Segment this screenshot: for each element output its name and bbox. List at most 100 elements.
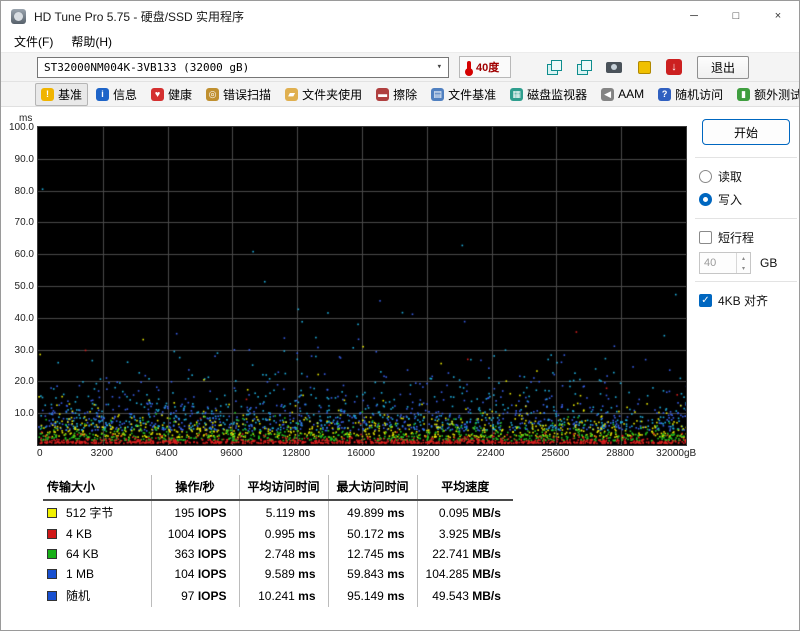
align-4kb-option[interactable]: 4KB 对齐 [693,289,799,312]
tab-health[interactable]: ♥ 健康 [145,83,198,106]
menu-file[interactable]: 文件(F) [5,31,62,52]
erase-icon: ▬ [376,87,390,101]
tag-icon [637,60,651,74]
y-axis-tick: 30.0 [14,344,34,356]
spinner-up-icon[interactable]: ▴ [737,253,750,263]
extra-tests-icon: ▮ [737,87,751,101]
write-radio[interactable] [699,193,712,206]
table-row: 512 字节 195 IOPS 5.119 ms 49.899 ms 0.095… [43,500,513,524]
tab-error-scan[interactable]: ◎ 错误扫描 [200,83,277,106]
x-axis-tick: 25600 [541,448,570,459]
y-axis-tick: 100.0 [8,122,34,133]
app-icon [11,8,26,24]
series-color-swatch [47,529,57,539]
close-button[interactable]: × [757,1,799,31]
x-axis-tick: 12800 [282,448,311,459]
window-title: HD Tune Pro 5.75 - 硬盘/SSD 实用程序 [34,9,245,24]
x-axis-tick: 3200 [90,448,113,459]
copy-image-icon [576,59,592,75]
disk-monitor-icon: ▦ [510,87,524,101]
y-axis-tick: 90.0 [14,153,34,165]
folder-usage-icon: ▰ [285,87,299,101]
download-icon: ↓ [666,59,682,75]
y-axis-tick: 20.0 [14,376,34,388]
start-button[interactable]: 开始 [702,119,790,145]
y-axis-tick: 50.0 [14,281,34,292]
benchmark-chart [37,126,687,446]
x-axis-tick: 32000gB [656,448,697,459]
y-axis-labels: 100.0 90.0 80.0 70.0 60.0 50.0 40.0 30.0 20.0 10.… [7,122,37,446]
x-axis-labels: 0 3200 6400 9600 12800 16000 19200 22400 25600 28… [37,446,696,461]
write-radio-option[interactable]: 写入 [693,188,799,211]
x-axis-tick: 19200 [411,448,440,459]
table-row: 64 KB 363 IOPS 2.748 ms 12.745 ms 22.741… [43,544,513,564]
short-stroke-size-input[interactable]: ▴ ▾ [699,252,751,274]
temperature-display: 40度 [459,56,511,78]
copy-image-button[interactable] [571,55,597,79]
table-header-transfer-size: 传输大小 [43,475,152,501]
spinner-buttons[interactable]: ▴ ▾ [736,253,750,273]
highlight-button[interactable] [631,55,657,79]
tab-benchmark[interactable]: ! 基准 [35,82,89,106]
benchmark-icon: ! [41,87,54,101]
short-stroke-option[interactable]: 短行程 [693,226,799,249]
aam-speaker-icon: ◀ [601,87,615,101]
tab-folder-usage[interactable]: ▰ 文件夹使用 [279,83,368,106]
menu-bar: 文件(F) 帮助(H) [1,31,799,52]
short-stroke-size-value[interactable] [700,253,736,273]
x-axis-tick: 0 [37,448,43,459]
series-color-swatch [47,569,57,579]
y-axis-tick: 40.0 [14,312,34,324]
error-scan-icon: ◎ [206,87,220,101]
camera-icon [606,61,622,73]
control-panel: 开始 读取 写入 短行程 ▴ ▾ [693,113,799,630]
temperature-value: 40度 [476,62,500,74]
minimize-button[interactable]: ─ [673,1,715,31]
table-header-ops: 操作/秒 [151,475,240,501]
file-benchmark-icon: ▤ [431,87,445,101]
menu-help[interactable]: 帮助(H) [62,31,121,52]
x-axis-tick: 6400 [155,448,178,459]
read-radio[interactable] [699,170,712,183]
tab-aam[interactable]: ◀ AAM [595,84,650,104]
short-stroke-checkbox[interactable] [699,231,712,244]
divider [695,157,797,158]
results-table: 传输大小 操作/秒 平均访问时间 最大访问时间 平均速度 512 字节 195 … [43,475,513,607]
tab-disk-monitor[interactable]: ▦ 磁盘监视器 [504,83,593,106]
table-row: 随机 97 IOPS 10.241 ms 95.149 ms 49.543 MB… [43,584,513,607]
app-window: HD Tune Pro 5.75 - 硬盘/SSD 实用程序 ─ □ × 文件(… [0,0,800,631]
info-icon: i [96,87,110,101]
copy-text-button[interactable] [541,55,567,79]
spinner-down-icon[interactable]: ▾ [737,263,750,273]
title-bar: HD Tune Pro 5.75 - 硬盘/SSD 实用程序 ─ □ × [1,1,799,31]
update-button[interactable]: ↓ [661,55,687,79]
table-row: 4 KB 1004 IOPS 0.995 ms 50.172 ms 3.925 … [43,524,513,544]
tab-random-access[interactable]: ? 随机访问 [652,83,729,106]
tab-erase[interactable]: ▬ 擦除 [370,83,423,106]
x-axis-tick: 9600 [220,448,243,459]
table-header-avg-speed: 平均速度 [417,475,513,501]
scatter-canvas [38,127,686,445]
tab-info[interactable]: i 信息 [90,83,143,106]
tab-extra-tests[interactable]: ▮ 额外测试 [731,83,799,106]
table-row: 1 MB 104 IOPS 9.589 ms 59.843 ms 104.285… [43,564,513,584]
read-radio-option[interactable]: 读取 [693,165,799,188]
y-axis-tick: 70.0 [14,217,34,229]
tab-file-benchmark[interactable]: ▤ 文件基准 [425,83,502,106]
toolbar: ST32000NM004K-3VB133 (32000 gB) ▾ 40度 ↓ … [1,52,799,82]
chevron-down-icon: ▾ [436,62,442,72]
screenshot-button[interactable] [601,55,627,79]
drive-selector[interactable]: ST32000NM004K-3VB133 (32000 gB) ▾ [37,56,449,78]
series-color-swatch [47,591,57,601]
maximize-button[interactable]: □ [715,1,757,31]
drive-selector-value: ST32000NM004K-3VB133 (32000 gB) [44,60,250,74]
exit-button[interactable]: 退出 [697,55,750,79]
series-color-swatch [47,508,57,518]
align-4kb-checkbox[interactable] [699,294,712,307]
y-axis-tick: 60.0 [14,249,34,261]
x-axis-tick: 16000 [347,448,375,459]
divider [695,218,797,219]
y-axis-unit: ms [19,113,33,124]
table-header-avg-access: 平均访问时间 [239,475,329,501]
tab-strip: ! 基准 i 信息 ♥ 健康 ◎ 错误扫描 ▰ 文件夹使用 ▬ 擦除 ▤ 文件基准 ▦ 磁盘监视… [1,82,799,107]
